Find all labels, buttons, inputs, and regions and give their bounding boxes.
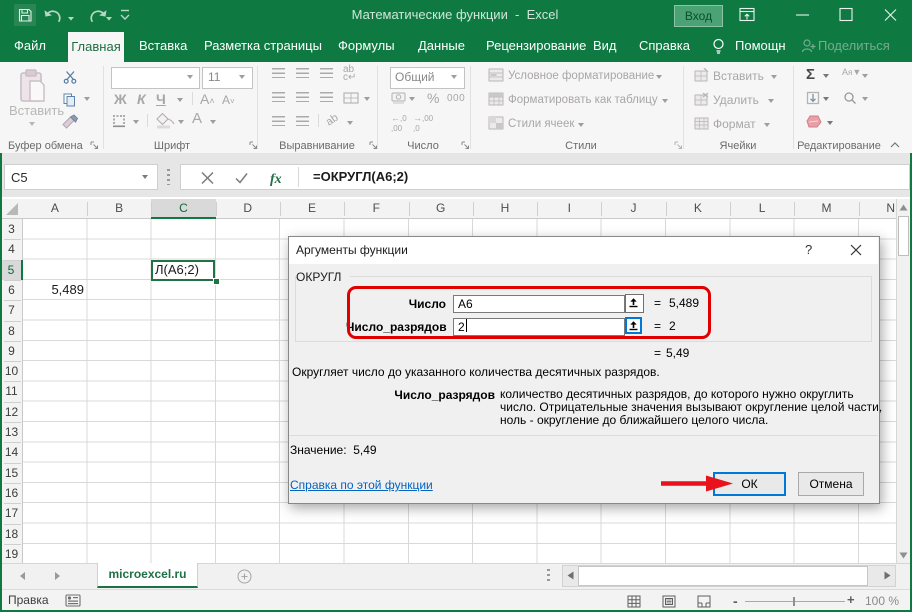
svg-text:fx: fx — [270, 172, 282, 186]
